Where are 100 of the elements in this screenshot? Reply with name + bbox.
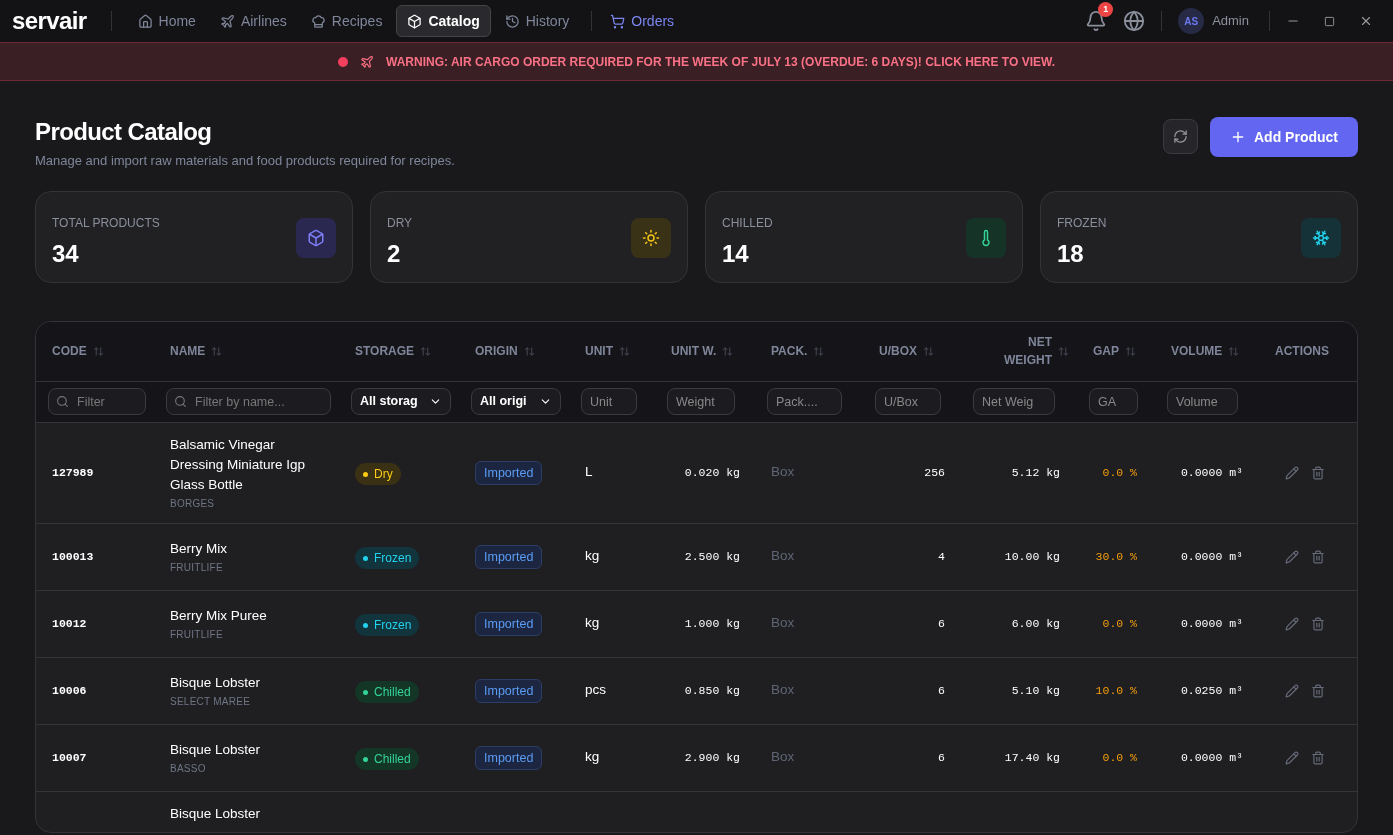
origin-badge: Imported: [475, 461, 543, 486]
column-input[interactable]: GA: [1089, 388, 1139, 415]
unit-weight-cell-text: 2.500 kg: [683, 548, 741, 565]
refresh-button[interactable]: [1163, 119, 1198, 154]
delete-icon[interactable]: [1311, 750, 1325, 765]
column-input[interactable]: Weight: [667, 388, 735, 415]
column-input[interactable]: Volume: [1167, 388, 1239, 415]
sort-icon[interactable]: [1125, 345, 1136, 357]
brand-label: FRUITLIFE: [170, 560, 224, 575]
delete-icon[interactable]: [1311, 683, 1325, 698]
edit-icon[interactable]: [1285, 616, 1299, 631]
sort-icon[interactable]: [1058, 345, 1069, 357]
net-weight-cell-text: 10.00 kg: [1003, 548, 1061, 565]
column-input[interactable]: Unit: [581, 388, 638, 415]
gap-cell-text: 0.0 %: [1101, 615, 1138, 632]
sort-icon[interactable]: [211, 345, 223, 357]
code-cell-text: 10006: [51, 682, 88, 699]
nav-tab[interactable]: History: [494, 5, 580, 37]
gap-cell-text: 0.0 %: [1101, 464, 1138, 481]
column-header[interactable]: STORAGE: [355, 342, 415, 360]
history-icon: [504, 13, 520, 29]
search-field[interactable]: Filter by name...: [166, 388, 331, 415]
sort-icon[interactable]: [923, 345, 934, 357]
code-cell-text: 10012: [51, 615, 88, 632]
warning-banner[interactable]: WARNING: AIR CARGO ORDER REQUIRED FOR THE WEEK OF JULY 13 (OVERDUE: 6 DAYS)! CLICK HERE TO VIEW.: [0, 42, 1393, 81]
notification-badge: 1: [1098, 2, 1114, 17]
column-input[interactable]: U/Box: [875, 388, 942, 415]
brand-label: SELECT MAREE: [170, 694, 252, 709]
units-per-box-cell-text: 4: [937, 548, 946, 565]
brand-label: BASSO: [170, 761, 207, 776]
column-header[interactable]: PACK.: [771, 342, 808, 360]
sort-icon[interactable]: [619, 345, 630, 357]
delete-icon[interactable]: [1311, 549, 1325, 564]
globe-icon[interactable]: [1123, 10, 1146, 32]
storage-badge: Chilled: [355, 681, 419, 704]
add-product-button[interactable]: Add Product: [1210, 117, 1358, 157]
delete-icon[interactable]: [1311, 616, 1325, 631]
nav-tab[interactable]: Recipes: [300, 5, 393, 37]
logo: servair: [12, 6, 87, 36]
units-per-box-cell-text: 256: [923, 464, 946, 481]
column-header[interactable]: NAME: [170, 342, 206, 360]
close-icon[interactable]: [1359, 14, 1373, 28]
product-name: Bisque Lobster: [170, 740, 262, 759]
edit-icon[interactable]: [1285, 465, 1299, 480]
sun-icon: [631, 217, 671, 258]
user-name[interactable]: Admin: [1212, 11, 1249, 31]
stat-value: 2: [387, 238, 402, 269]
edit-icon[interactable]: [1285, 750, 1299, 765]
column-header[interactable]: NET WEIGHT: [982, 333, 1052, 369]
sort-icon[interactable]: [523, 345, 535, 357]
sort-icon[interactable]: [1228, 345, 1240, 357]
column-header[interactable]: ORIGIN: [475, 342, 518, 360]
product-name: Bisque Lobster: [170, 673, 262, 692]
bell-icon[interactable]: [1085, 10, 1108, 32]
nav-tab[interactable]: Airlines: [209, 5, 297, 37]
plus-icon: [1230, 129, 1246, 145]
warning-text[interactable]: WARNING: AIR CARGO ORDER REQUIRED FOR THE WEEK OF JULY 13 (OVERDUE: 6 DAYS)! CLICK HERE TO VIEW.: [386, 52, 1055, 71]
delete-icon[interactable]: [1311, 465, 1325, 480]
edit-icon[interactable]: [1285, 549, 1299, 564]
packaging-cell-text: Box: [770, 547, 796, 566]
gap-cell-text: 30.0 %: [1094, 548, 1138, 565]
column-header[interactable]: UNIT W.: [671, 342, 717, 360]
search-field[interactable]: Filter: [48, 388, 146, 415]
units-per-box-cell-text: 6: [937, 749, 946, 766]
avatar[interactable]: AS: [1178, 8, 1205, 34]
nav-tab[interactable]: Orders: [600, 5, 685, 37]
column-header[interactable]: GAP: [1093, 342, 1119, 360]
page-subtitle: Manage and import raw materials and food products required for recipes.: [35, 152, 456, 170]
plane-icon: [219, 13, 235, 29]
nav-tab[interactable]: Home: [127, 5, 206, 37]
home-icon: [137, 13, 153, 29]
units-per-box-cell-text: 6: [937, 615, 946, 632]
packaging-cell-text: Box: [770, 681, 796, 700]
column-header[interactable]: CODE: [52, 342, 87, 360]
select-field[interactable]: All storag: [351, 388, 451, 415]
column-input[interactable]: Pack....: [767, 388, 842, 415]
search-icon: [174, 395, 187, 408]
volume-cell-text: 0.0000 m³: [1179, 615, 1244, 632]
code-cell-text: 100013: [51, 548, 95, 565]
column-header[interactable]: U/BOX: [879, 342, 917, 360]
unit-cell-text: kg: [584, 547, 601, 566]
page-title: Product Catalog: [35, 117, 213, 147]
column-input[interactable]: Net Weig: [973, 388, 1055, 415]
sort-icon[interactable]: [420, 345, 432, 357]
edit-icon[interactable]: [1285, 683, 1299, 698]
storage-badge: Frozen: [355, 614, 420, 637]
thermometer-icon: [966, 217, 1006, 258]
sort-icon[interactable]: [722, 345, 734, 357]
net-weight-cell-text: 17.40 kg: [1003, 749, 1061, 766]
sort-icon[interactable]: [813, 345, 825, 357]
volume-cell-text: 0.0000 m³: [1179, 749, 1244, 766]
sort-icon[interactable]: [92, 345, 104, 357]
column-header[interactable]: UNIT: [585, 342, 613, 360]
select-field[interactable]: All origi: [471, 388, 561, 415]
column-header[interactable]: VOLUME: [1171, 342, 1223, 360]
search-icon: [56, 395, 69, 408]
nav-tab[interactable]: Catalog: [396, 5, 491, 37]
column-header: ACTIONS: [1275, 343, 1329, 360]
net-weight-cell-text: 5.10 kg: [1010, 682, 1061, 699]
maximize-icon[interactable]: [1324, 15, 1335, 27]
